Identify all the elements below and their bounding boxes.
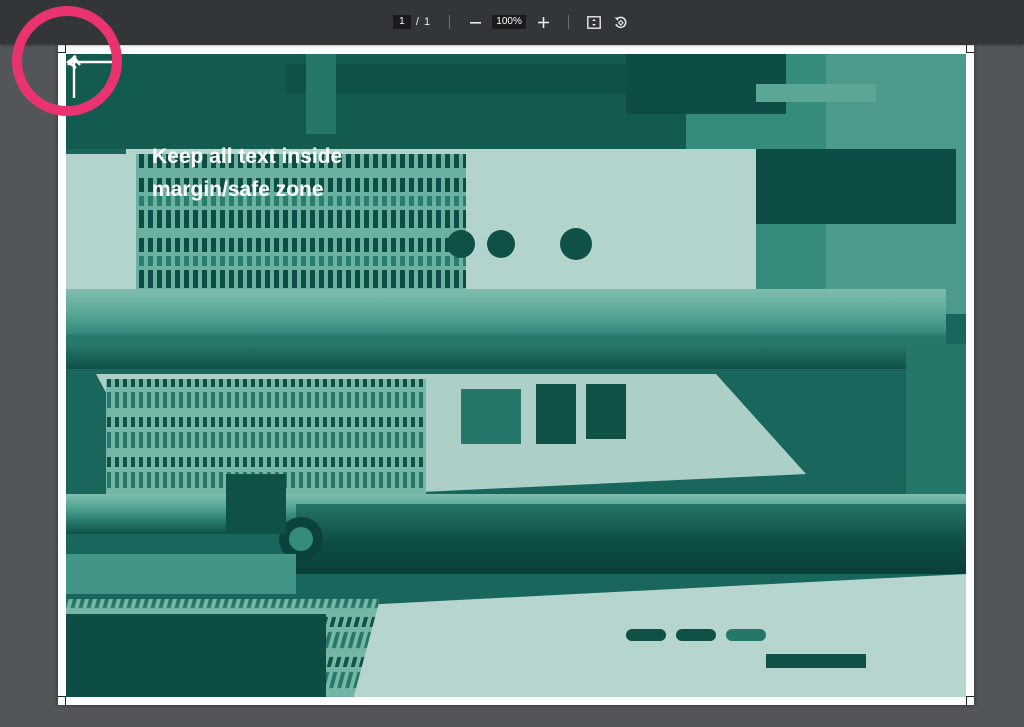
- fit-to-page-button[interactable]: [583, 11, 605, 33]
- rotate-button[interactable]: [609, 11, 631, 33]
- crop-mark: [65, 696, 66, 705]
- zoom-level-input[interactable]: 100%: [492, 15, 527, 29]
- crop-mark: [966, 45, 967, 53]
- view-controls: [583, 11, 631, 33]
- highlight-circle: [12, 6, 122, 116]
- total-pages: 1: [423, 16, 431, 28]
- crop-mark: [966, 696, 967, 705]
- page-navigation: 1 / 1: [392, 15, 435, 29]
- printing-press-photo: Keep all text inside margin/safe zone: [66, 54, 966, 697]
- crop-mark: [966, 52, 974, 53]
- fit-to-page-icon: [587, 15, 601, 29]
- zoom-in-button[interactable]: [532, 11, 554, 33]
- document-page: Keep all text inside margin/safe zone: [58, 45, 974, 705]
- page-separator: /: [415, 16, 419, 28]
- zoom-controls: 100%: [464, 11, 554, 33]
- safe-zone-caption: Keep all text inside margin/safe zone: [152, 145, 343, 201]
- current-page-input[interactable]: 1: [392, 15, 411, 29]
- pdf-toolbar: 1 / 1 100%: [0, 0, 1024, 44]
- crop-mark: [966, 696, 974, 697]
- minus-icon: [469, 21, 481, 24]
- zoom-out-button[interactable]: [464, 11, 486, 33]
- rotate-counterclockwise-icon: [614, 16, 627, 29]
- toolbar-divider: [568, 15, 570, 29]
- toolbar-divider: [449, 15, 451, 29]
- plus-icon: [537, 16, 549, 28]
